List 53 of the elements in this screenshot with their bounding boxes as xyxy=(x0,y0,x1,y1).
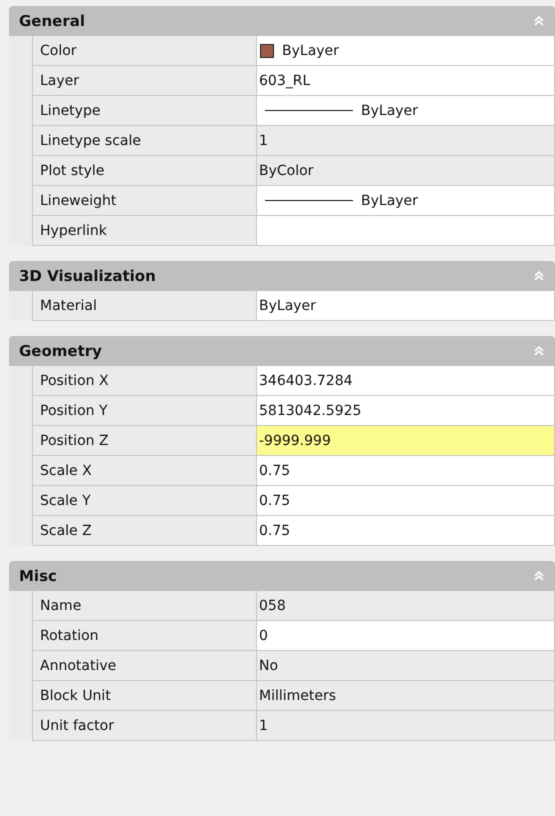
property-label: Plot style xyxy=(33,156,257,186)
property-label: Color xyxy=(33,36,257,66)
property-label: Lineweight xyxy=(33,186,257,216)
property-label: Linetype scale xyxy=(33,126,257,156)
section-title: 3D Visualization xyxy=(19,267,156,285)
section-header[interactable]: Geometry xyxy=(9,336,555,366)
section-header[interactable]: General xyxy=(9,6,555,36)
property-label: Annotative xyxy=(33,651,257,681)
property-value[interactable]: ByLayer xyxy=(257,96,555,126)
collapse-icon[interactable] xyxy=(533,570,545,582)
property-label: Hyperlink xyxy=(33,216,257,246)
section-header[interactable]: Misc xyxy=(9,561,555,591)
property-value[interactable]: ByLayer xyxy=(257,291,555,321)
value-text: ByLayer xyxy=(282,42,339,58)
property-label: Position Y xyxy=(33,396,257,426)
property-label: Material xyxy=(33,291,257,321)
section-title: Geometry xyxy=(19,342,102,360)
property-label: Unit factor xyxy=(33,711,257,741)
property-label: Name xyxy=(33,591,257,621)
property-value: ByColor xyxy=(257,156,555,186)
property-label: Scale Z xyxy=(33,516,257,546)
property-label: Rotation xyxy=(33,621,257,651)
property-label: Scale Y xyxy=(33,486,257,516)
property-value[interactable]: ByLayer xyxy=(257,36,555,66)
property-value[interactable]: 0 xyxy=(257,621,555,651)
property-value[interactable]: 603_RL xyxy=(257,66,555,96)
property-value: No xyxy=(257,651,555,681)
property-value: 1 xyxy=(257,711,555,741)
collapse-icon[interactable] xyxy=(533,345,545,357)
property-label: Scale X xyxy=(33,456,257,486)
section-header[interactable]: 3D Visualization xyxy=(9,261,555,291)
property-label: Position X xyxy=(33,366,257,396)
property-value[interactable]: 5813042.5925 xyxy=(257,396,555,426)
property-value[interactable]: -9999.999 xyxy=(257,426,555,456)
section-title: General xyxy=(19,12,85,30)
property-value[interactable]: 0.75 xyxy=(257,486,555,516)
collapse-icon[interactable] xyxy=(533,270,545,282)
property-value[interactable]: 0.75 xyxy=(257,516,555,546)
section-title: Misc xyxy=(19,567,57,585)
property-value[interactable]: 346403.7284 xyxy=(257,366,555,396)
property-label: Layer xyxy=(33,66,257,96)
property-label: Linetype xyxy=(33,96,257,126)
property-value[interactable] xyxy=(257,216,555,246)
value-text: ByLayer xyxy=(361,102,418,118)
value-text: ByLayer xyxy=(361,192,418,208)
property-value[interactable]: 0.75 xyxy=(257,456,555,486)
collapse-icon[interactable] xyxy=(533,15,545,27)
property-value[interactable]: ByLayer xyxy=(257,186,555,216)
property-label: Block Unit xyxy=(33,681,257,711)
property-value: 1 xyxy=(257,126,555,156)
property-value: Millimeters xyxy=(257,681,555,711)
property-value: 058 xyxy=(257,591,555,621)
property-label: Position Z xyxy=(33,426,257,456)
